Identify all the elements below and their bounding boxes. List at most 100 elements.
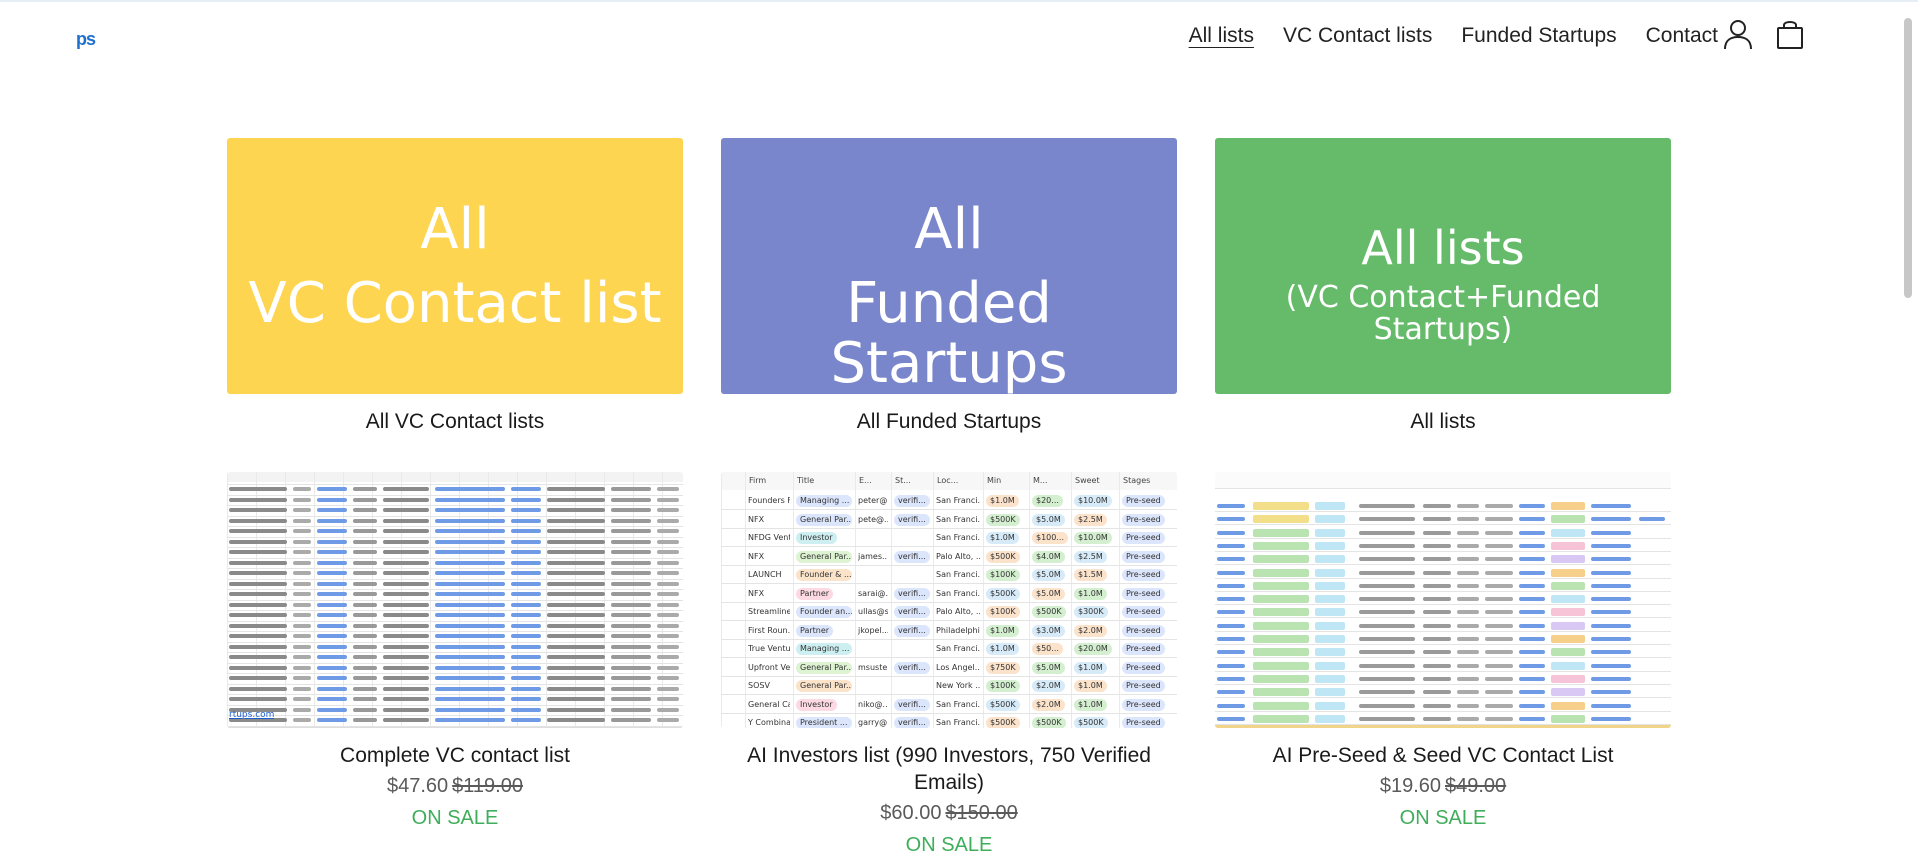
sheet-cell [611, 665, 651, 670]
sheet-cell [293, 560, 311, 565]
sheet-cell [1519, 716, 1545, 721]
sheet-cell [383, 571, 429, 575]
sheet-cell [511, 613, 541, 617]
collection-card-all-lists[interactable]: All lists (VC Contact+Funded Startups) A… [1215, 138, 1671, 435]
sheet-gridline [227, 641, 683, 643]
nav-all-lists[interactable]: All lists [1189, 24, 1254, 48]
sheet-pill: $1.0M [1074, 698, 1107, 711]
sheet-cell [435, 497, 505, 502]
product-title[interactable]: AI Pre-Seed & Seed VC Contact List [1215, 742, 1671, 769]
sheet-gridline [227, 610, 683, 611]
sheet-cell [1359, 570, 1415, 575]
sheet-toolbar [1215, 472, 1671, 488]
sheet-tag [1315, 568, 1345, 577]
sheet-cell [611, 707, 651, 712]
sheet-gridline [1029, 472, 1030, 728]
sheet-pill: $100... [1032, 532, 1068, 544]
sheet-cell [1519, 543, 1545, 548]
site-logo[interactable]: ps [76, 28, 104, 50]
sheet-gridline [721, 675, 1177, 677]
sheet-pill: $20.0M [1074, 643, 1112, 655]
sheet-cell [657, 497, 679, 502]
sheet-cell [353, 518, 377, 523]
sheet-cell [1591, 517, 1631, 522]
collection-banner[interactable]: All lists (VC Contact+Funded Startups) [1215, 138, 1671, 394]
sheet-gridline [1215, 670, 1671, 672]
sheet-cell [1457, 676, 1479, 681]
compare-price: $119.00 [452, 775, 523, 797]
sheet-cell-text: msuste... [858, 662, 888, 672]
account-icon[interactable] [1722, 18, 1754, 50]
sheet-cell [383, 581, 429, 586]
sheet-cell [435, 550, 505, 554]
sheet-cell [1423, 557, 1451, 562]
sheet-tag [1315, 541, 1345, 550]
sheet-cell-text: NFX [748, 588, 765, 598]
product-image[interactable] [1215, 472, 1671, 728]
sheet-pill: $1.0M [986, 495, 1019, 507]
sheet-cell [353, 613, 377, 617]
sheet-cell [353, 697, 377, 701]
sheet-cell [1457, 703, 1479, 708]
sheet-cell [611, 581, 651, 586]
page-scrollbar[interactable] [1904, 18, 1912, 298]
collection-title[interactable]: All lists [1215, 408, 1671, 435]
sheet-pill: Managing ... [796, 643, 852, 655]
sheet-cell [1457, 663, 1479, 668]
sheet-cell [1217, 716, 1245, 721]
sheet-cell [1519, 530, 1545, 535]
collection-banner[interactable]: All Funded Startups [721, 138, 1177, 394]
sheet-cell [547, 623, 605, 628]
sheet-cell [1591, 703, 1631, 708]
sheet-cell [293, 571, 311, 575]
sheet-gridline [1071, 472, 1072, 728]
banner-line-2: (VC Contact+Funded Startups) [1285, 280, 1601, 348]
sheet-pill: verifi... [894, 624, 930, 637]
sheet-cell [1519, 650, 1545, 655]
collection-card-vc[interactable]: All VC Contact list All VC Contact lists [227, 138, 683, 435]
sheet-pill: $50... [1032, 643, 1063, 655]
collection-title[interactable]: All VC Contact lists [227, 408, 683, 435]
nav-contact[interactable]: Contact [1646, 24, 1718, 48]
sheet-cell [511, 623, 541, 628]
product-image[interactable]: rtups.com [227, 472, 683, 728]
sheet-pill: General Par... [796, 513, 852, 526]
sheet-cell [317, 560, 347, 565]
collection-banner[interactable]: All VC Contact list [227, 138, 683, 394]
sheet-pill: $500K [1032, 606, 1066, 618]
sheet-cell [1423, 597, 1451, 602]
sheet-cell [511, 644, 541, 649]
sheet-cell [1519, 637, 1545, 641]
sheet-cell [611, 676, 651, 680]
sheet-cell [611, 571, 651, 575]
sheet-cell [293, 592, 311, 596]
sheet-cell [293, 497, 311, 502]
sheet-pill: verifi... [894, 513, 930, 526]
sheet-cell [317, 718, 347, 722]
product-title[interactable]: Complete VC contact list [227, 742, 683, 769]
product-card-ai-investors[interactable]: Firm Title E... St... Loc... Min M... Sweet Stag… [721, 472, 1177, 853]
product-image[interactable]: Firm Title E... St... Loc... Min M... Sweet Stag… [721, 472, 1177, 728]
nav-funded-startups[interactable]: Funded Startups [1461, 24, 1616, 48]
cart-icon[interactable] [1774, 18, 1806, 50]
sheet-gridline [1215, 683, 1671, 685]
sheet-cell [353, 560, 377, 565]
sheet-cell [657, 529, 679, 533]
product-card-complete-vc[interactable]: rtups.com Complete VC contact list $47.6… [227, 472, 683, 831]
sheet-cell [353, 508, 377, 512]
sheet-cell [1359, 530, 1415, 535]
nav-vc-contact-lists[interactable]: VC Contact lists [1283, 24, 1432, 48]
sheet-cell [1359, 557, 1415, 562]
sheet-pill: $10.0M [1074, 495, 1112, 507]
sheet-cell [293, 539, 311, 544]
sheet-gridline [227, 515, 683, 517]
sheet-tag [1315, 674, 1345, 683]
product-card-ai-preseed[interactable]: AI Pre-Seed & Seed VC Contact List $19.6… [1215, 472, 1671, 831]
product-title[interactable]: AI Investors list (990 Investors, 750 Ve… [721, 742, 1177, 796]
sheet-cell-text: peter@... [858, 496, 888, 505]
collection-card-startups[interactable]: All Funded Startups All Funded Startups [721, 138, 1177, 435]
collection-title[interactable]: All Funded Startups [721, 408, 1177, 435]
sheet-pill: Founder an... [796, 606, 852, 618]
sheet-cell [293, 665, 311, 670]
sheet-cell [547, 665, 605, 670]
